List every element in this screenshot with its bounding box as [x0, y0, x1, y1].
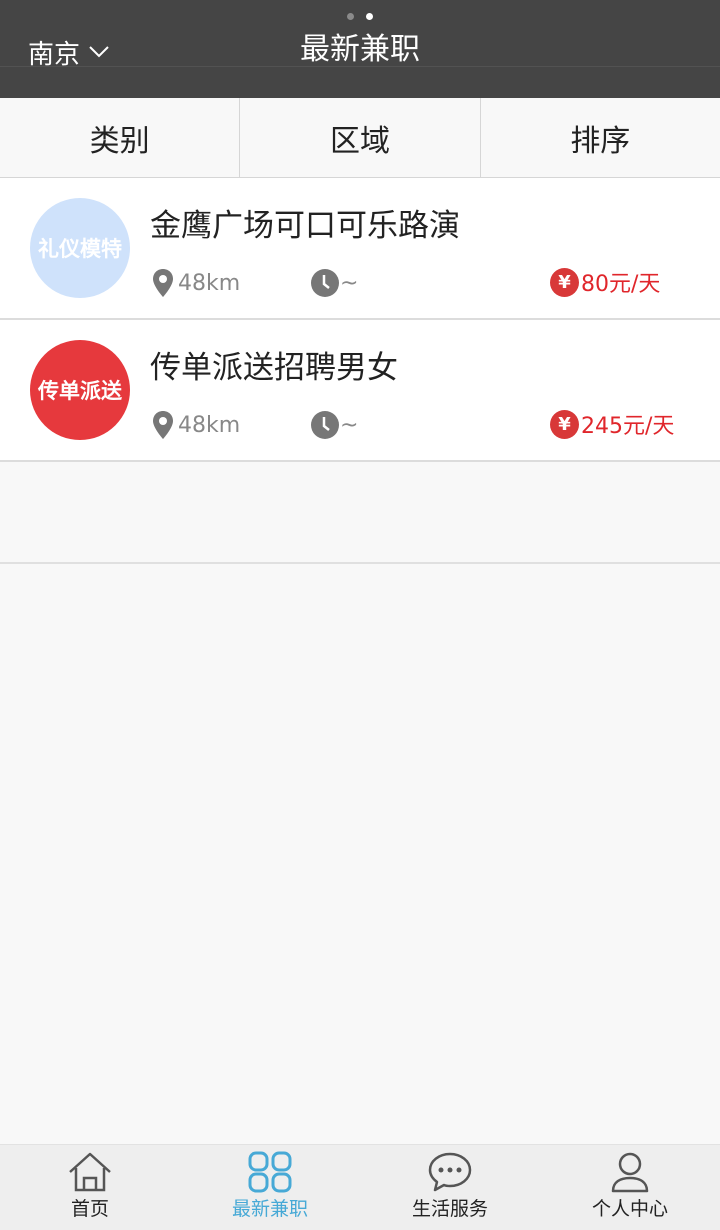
bottom-tab-bar: 首页 最新兼职 生活服务 个人中心	[0, 1144, 720, 1230]
tab-life-services[interactable]: 生活服务	[360, 1145, 540, 1230]
yuan-icon: ¥	[550, 409, 579, 439]
time-value: ~	[340, 270, 359, 296]
tab-home[interactable]: 首页	[0, 1145, 180, 1230]
location-pin-icon	[153, 411, 173, 439]
tab-latest-jobs[interactable]: 最新兼职	[180, 1145, 360, 1230]
header-divider	[0, 66, 720, 67]
grid-icon	[248, 1151, 292, 1193]
job-list-item[interactable]: 传单派送 传单派送招聘男女 48km ~ ¥ 245元/天	[0, 320, 720, 462]
page-indicator	[0, 5, 720, 20]
job-list: 礼仪模特 金鹰广场可口可乐路演 48km ~ ¥ 80元/天 传单派送 传单派送…	[0, 178, 720, 462]
job-category-avatar: 礼仪模特	[30, 198, 130, 298]
job-distance: 48km	[152, 268, 240, 298]
salary-value: 245元/天	[581, 414, 675, 439]
tab-latest-jobs-label: 最新兼职	[231, 1198, 308, 1220]
filter-area[interactable]: 区域	[240, 98, 481, 177]
job-title: 传单派送招聘男女	[150, 350, 398, 386]
filter-bar: 类别 区域 排序	[0, 98, 720, 178]
job-list-item[interactable]: 礼仪模特 金鹰广场可口可乐路演 48km ~ ¥ 80元/天	[0, 178, 720, 320]
filter-sort[interactable]: 排序	[481, 98, 720, 177]
filter-category[interactable]: 类别	[0, 98, 241, 177]
distance-value: 48km	[178, 270, 241, 296]
job-time: ~	[310, 410, 358, 440]
job-salary: ¥ 245元/天	[550, 408, 674, 440]
job-time: ~	[310, 268, 358, 298]
page-dot-active	[366, 13, 373, 20]
clock-icon	[311, 411, 339, 439]
job-distance: 48km	[152, 410, 240, 440]
job-salary: ¥ 80元/天	[550, 266, 660, 298]
distance-value: 48km	[178, 412, 241, 438]
job-title: 金鹰广场可口可乐路演	[150, 208, 460, 244]
tab-profile[interactable]: 个人中心	[540, 1145, 720, 1230]
tab-life-services-label: 生活服务	[411, 1198, 488, 1220]
time-value: ~	[340, 412, 359, 438]
location-pin-icon	[153, 269, 173, 297]
tab-home-label: 首页	[70, 1198, 109, 1220]
job-category-avatar: 传单派送	[30, 340, 130, 440]
home-icon	[69, 1152, 111, 1192]
tab-profile-label: 个人中心	[591, 1198, 668, 1220]
clock-icon	[311, 269, 339, 297]
list-end-divider	[0, 562, 720, 564]
yuan-icon: ¥	[550, 267, 579, 297]
chat-icon	[428, 1152, 472, 1192]
salary-value: 80元/天	[581, 272, 661, 297]
user-icon	[611, 1152, 649, 1193]
page-title: 最新兼职	[300, 32, 420, 67]
page-dot	[347, 13, 354, 20]
app-header: 南京 最新兼职	[0, 0, 720, 98]
